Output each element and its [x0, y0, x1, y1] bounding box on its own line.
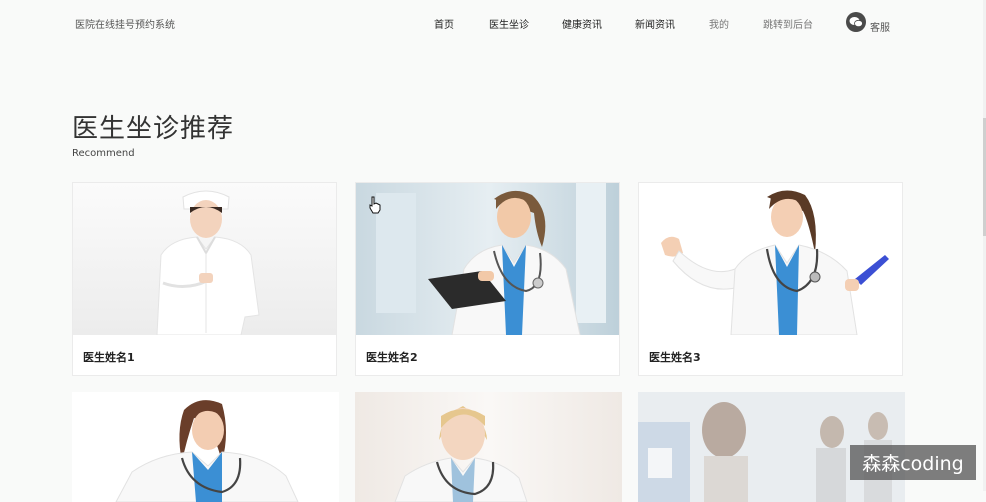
doctor-name[interactable]: 医生姓名1: [83, 349, 135, 365]
doctor-card[interactable]: [72, 392, 339, 502]
nav-home[interactable]: 首页: [434, 16, 454, 31]
nav-my[interactable]: 我的: [709, 16, 729, 31]
doctor-photo-icon: [355, 392, 622, 502]
doctor-photo-icon: [356, 183, 619, 335]
doctor-name[interactable]: 医生姓名3: [649, 349, 701, 365]
section-subtitle: Recommend: [72, 148, 135, 159]
top-navbar: 医院在线挂号预约系统 首页 医生坐诊 健康资讯 新闻资讯 我的 跳转到后台 客服: [0, 0, 986, 46]
wechat-icon[interactable]: [846, 12, 866, 32]
nav-admin-jump[interactable]: 跳转到后台: [763, 16, 813, 31]
site-name[interactable]: 医院在线挂号预约系统: [75, 16, 175, 31]
nav-health-info[interactable]: 健康资讯: [562, 16, 602, 31]
doctor-photo-icon: [73, 183, 336, 335]
doctor-photo-icon: [72, 392, 339, 502]
doctor-card[interactable]: [355, 392, 622, 502]
watermark: 森森coding: [850, 445, 976, 480]
customer-service-link[interactable]: 客服: [870, 19, 890, 34]
section-title: 医生坐诊推荐: [72, 114, 235, 144]
hand-cursor-icon: [369, 196, 381, 214]
doctor-card[interactable]: 医生姓名1: [72, 182, 337, 376]
doctor-card[interactable]: 医生姓名2: [355, 182, 620, 376]
nav-news[interactable]: 新闻资讯: [635, 16, 675, 31]
nav-doctor-clinic[interactable]: 医生坐诊: [489, 16, 529, 31]
doctor-name[interactable]: 医生姓名2: [366, 349, 418, 365]
doctor-card[interactable]: 医生姓名3: [638, 182, 903, 376]
doctor-photo-icon: [639, 183, 902, 335]
